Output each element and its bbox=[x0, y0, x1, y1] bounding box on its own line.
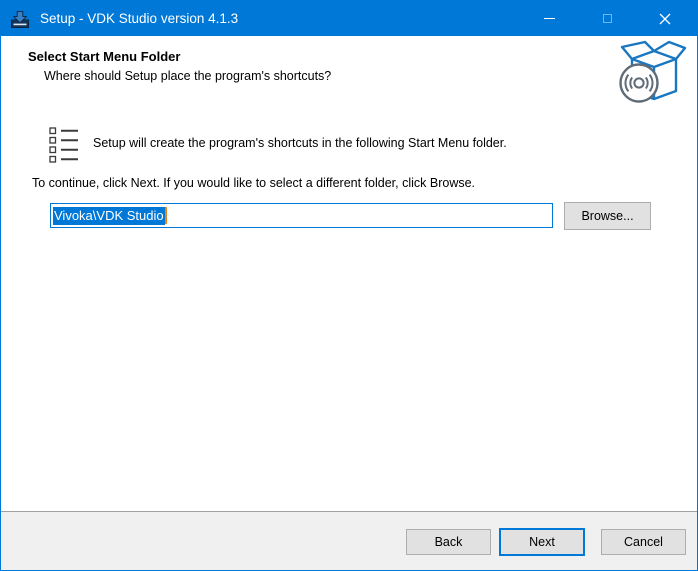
minimize-button[interactable] bbox=[520, 1, 578, 36]
page-subtitle: Where should Setup place the program's s… bbox=[44, 69, 331, 83]
minimize-icon bbox=[544, 18, 555, 19]
installer-app-icon bbox=[10, 9, 30, 29]
page-title: Select Start Menu Folder bbox=[28, 49, 180, 64]
close-icon bbox=[659, 13, 671, 25]
start-menu-list-icon bbox=[49, 127, 79, 164]
next-button[interactable]: Next bbox=[499, 528, 585, 556]
maximize-icon bbox=[603, 14, 612, 23]
wizard-page: Select Start Menu Folder Where should Se… bbox=[1, 36, 697, 511]
instruction-text: To continue, click Next. If you would li… bbox=[32, 176, 652, 190]
browse-button[interactable]: Browse... bbox=[564, 202, 651, 230]
back-button[interactable]: Back bbox=[406, 529, 491, 555]
software-box-with-disc-icon bbox=[616, 39, 690, 107]
cancel-button[interactable]: Cancel bbox=[601, 529, 686, 555]
maximize-button[interactable] bbox=[578, 1, 636, 36]
text-caret bbox=[165, 207, 167, 224]
window-title: Setup - VDK Studio version 4.1.3 bbox=[40, 11, 238, 26]
start-menu-folder-input[interactable]: Vivoka\VDK Studio bbox=[50, 203, 553, 228]
title-bar[interactable]: Setup - VDK Studio version 4.1.3 bbox=[1, 1, 697, 36]
selected-folder-text: Vivoka\VDK Studio bbox=[53, 207, 165, 225]
footer-bar: Back Next Cancel bbox=[1, 511, 697, 570]
close-button[interactable] bbox=[636, 1, 694, 36]
window-controls bbox=[520, 1, 694, 36]
setup-window: Setup - VDK Studio version 4.1.3 Select … bbox=[0, 0, 698, 571]
info-text: Setup will create the program's shortcut… bbox=[93, 136, 653, 150]
